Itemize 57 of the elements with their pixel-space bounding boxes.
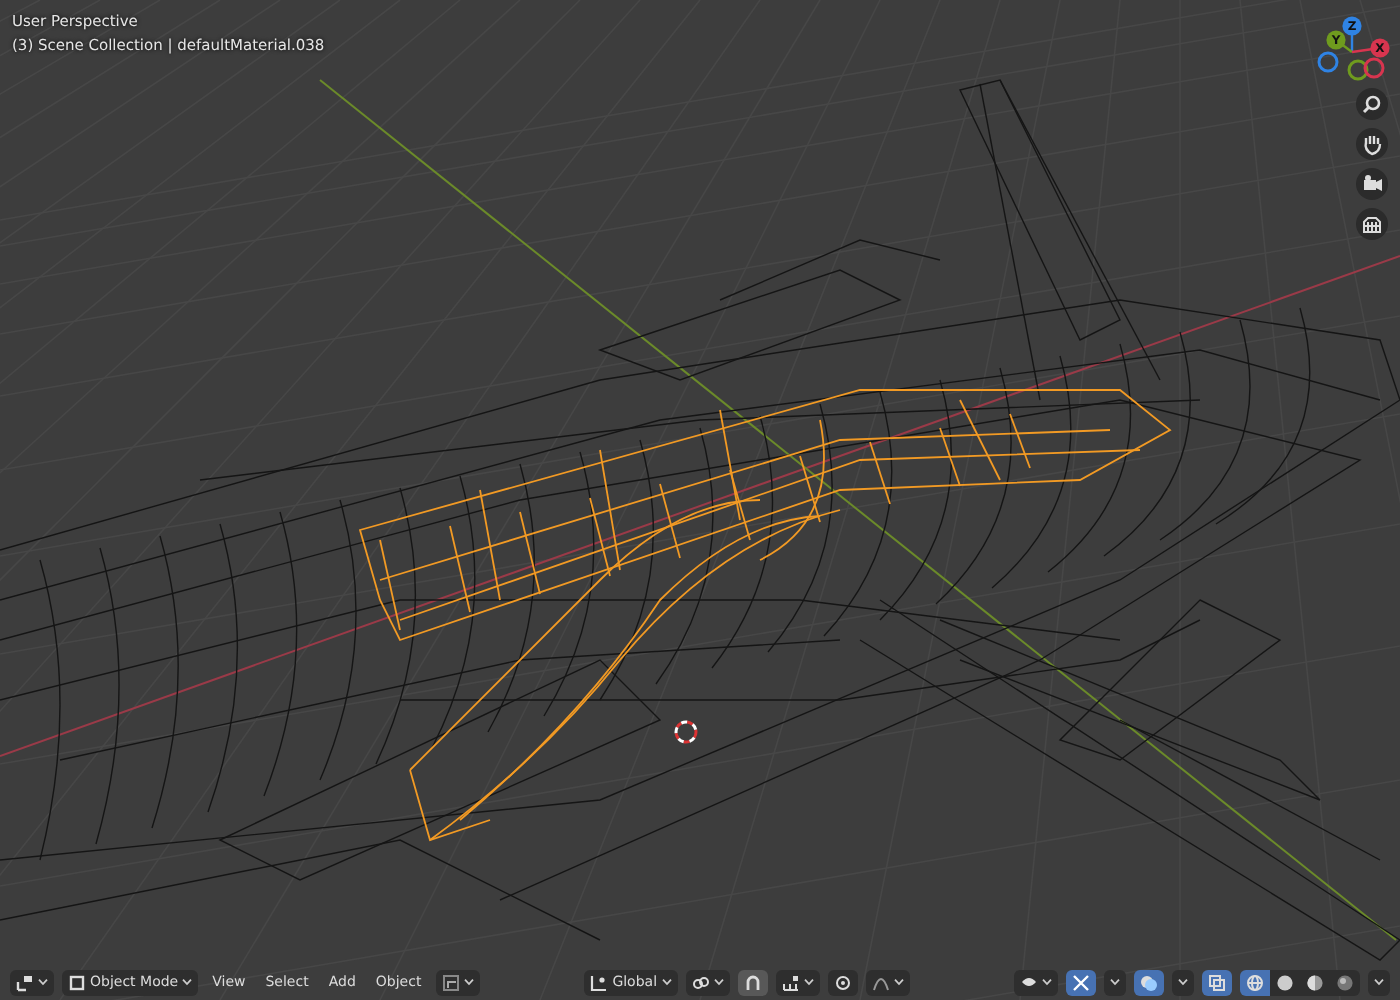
negative-axis-icon[interactable]: [1317, 51, 1339, 73]
grid-icon: [1360, 212, 1384, 236]
3d-cursor-icon: [674, 720, 698, 744]
snap-toggle[interactable]: [737, 969, 768, 995]
visibility-dropdown[interactable]: [1014, 969, 1058, 995]
snap-target-dropdown[interactable]: [775, 969, 820, 995]
arrows-icon: [1072, 973, 1090, 991]
xray-toggle[interactable]: [1202, 969, 1232, 995]
view-navigation-button[interactable]: [1356, 88, 1388, 120]
caret-icon: [713, 978, 724, 986]
caret-icon: [661, 978, 672, 986]
proportional-toggle[interactable]: [827, 969, 858, 995]
shading-mode-button[interactable]: [1240, 969, 1270, 995]
negative-axis-icon[interactable]: [1347, 59, 1369, 81]
cube-icon: [68, 973, 86, 991]
view-navigation-button[interactable]: [1356, 208, 1388, 240]
shading-mode-button[interactable]: [1270, 969, 1300, 995]
grid-icon: [781, 973, 800, 991]
pivot-dropdown[interactable]: [685, 969, 730, 995]
eye-icon: [1020, 973, 1038, 991]
caret-icon: [463, 978, 474, 986]
caret-icon: [893, 978, 904, 986]
editor-type-button[interactable]: [10, 969, 54, 995]
camera-icon: [1360, 172, 1384, 196]
rendered-sphere-icon: [1336, 973, 1354, 991]
zoom-icon: [1360, 92, 1384, 116]
shading-dropdown[interactable]: [1368, 969, 1390, 995]
axes-icon: [16, 973, 34, 991]
overlay-toggle[interactable]: [1134, 969, 1164, 995]
link-icon: [691, 973, 710, 991]
wireframe-sphere-icon: [1246, 973, 1264, 991]
view-navigation-button[interactable]: [1356, 128, 1388, 160]
circle-icon: [833, 973, 852, 991]
curve-icon: [871, 973, 890, 991]
shading-mode-button[interactable]: [1330, 969, 1360, 995]
caret-icon: [1110, 978, 1120, 986]
falloff-dropdown[interactable]: [865, 969, 910, 995]
sphere-icon: [1276, 973, 1294, 991]
caret-icon: [1374, 978, 1384, 986]
caret-icon: [1042, 978, 1052, 986]
gizmo-toggle[interactable]: [1066, 969, 1096, 995]
caret-icon: [182, 978, 193, 986]
caret-icon: [38, 978, 48, 986]
overlay-icon: [1140, 973, 1158, 991]
negative-axis-icon[interactable]: [1363, 57, 1385, 79]
caret-icon: [803, 978, 814, 986]
object-options-button[interactable]: [435, 969, 480, 995]
shaded-sphere-icon: [1306, 973, 1324, 991]
magnet-icon: [743, 973, 762, 991]
gizmo-dropdown[interactable]: [1104, 969, 1126, 995]
corner-icon: [441, 973, 460, 991]
overlay-dropdown[interactable]: [1172, 969, 1194, 995]
xray-icon: [1208, 973, 1226, 991]
axes-icon: [590, 973, 609, 991]
caret-icon: [1178, 978, 1188, 986]
hand-icon: [1360, 132, 1384, 156]
view-navigation-button[interactable]: [1356, 168, 1388, 200]
